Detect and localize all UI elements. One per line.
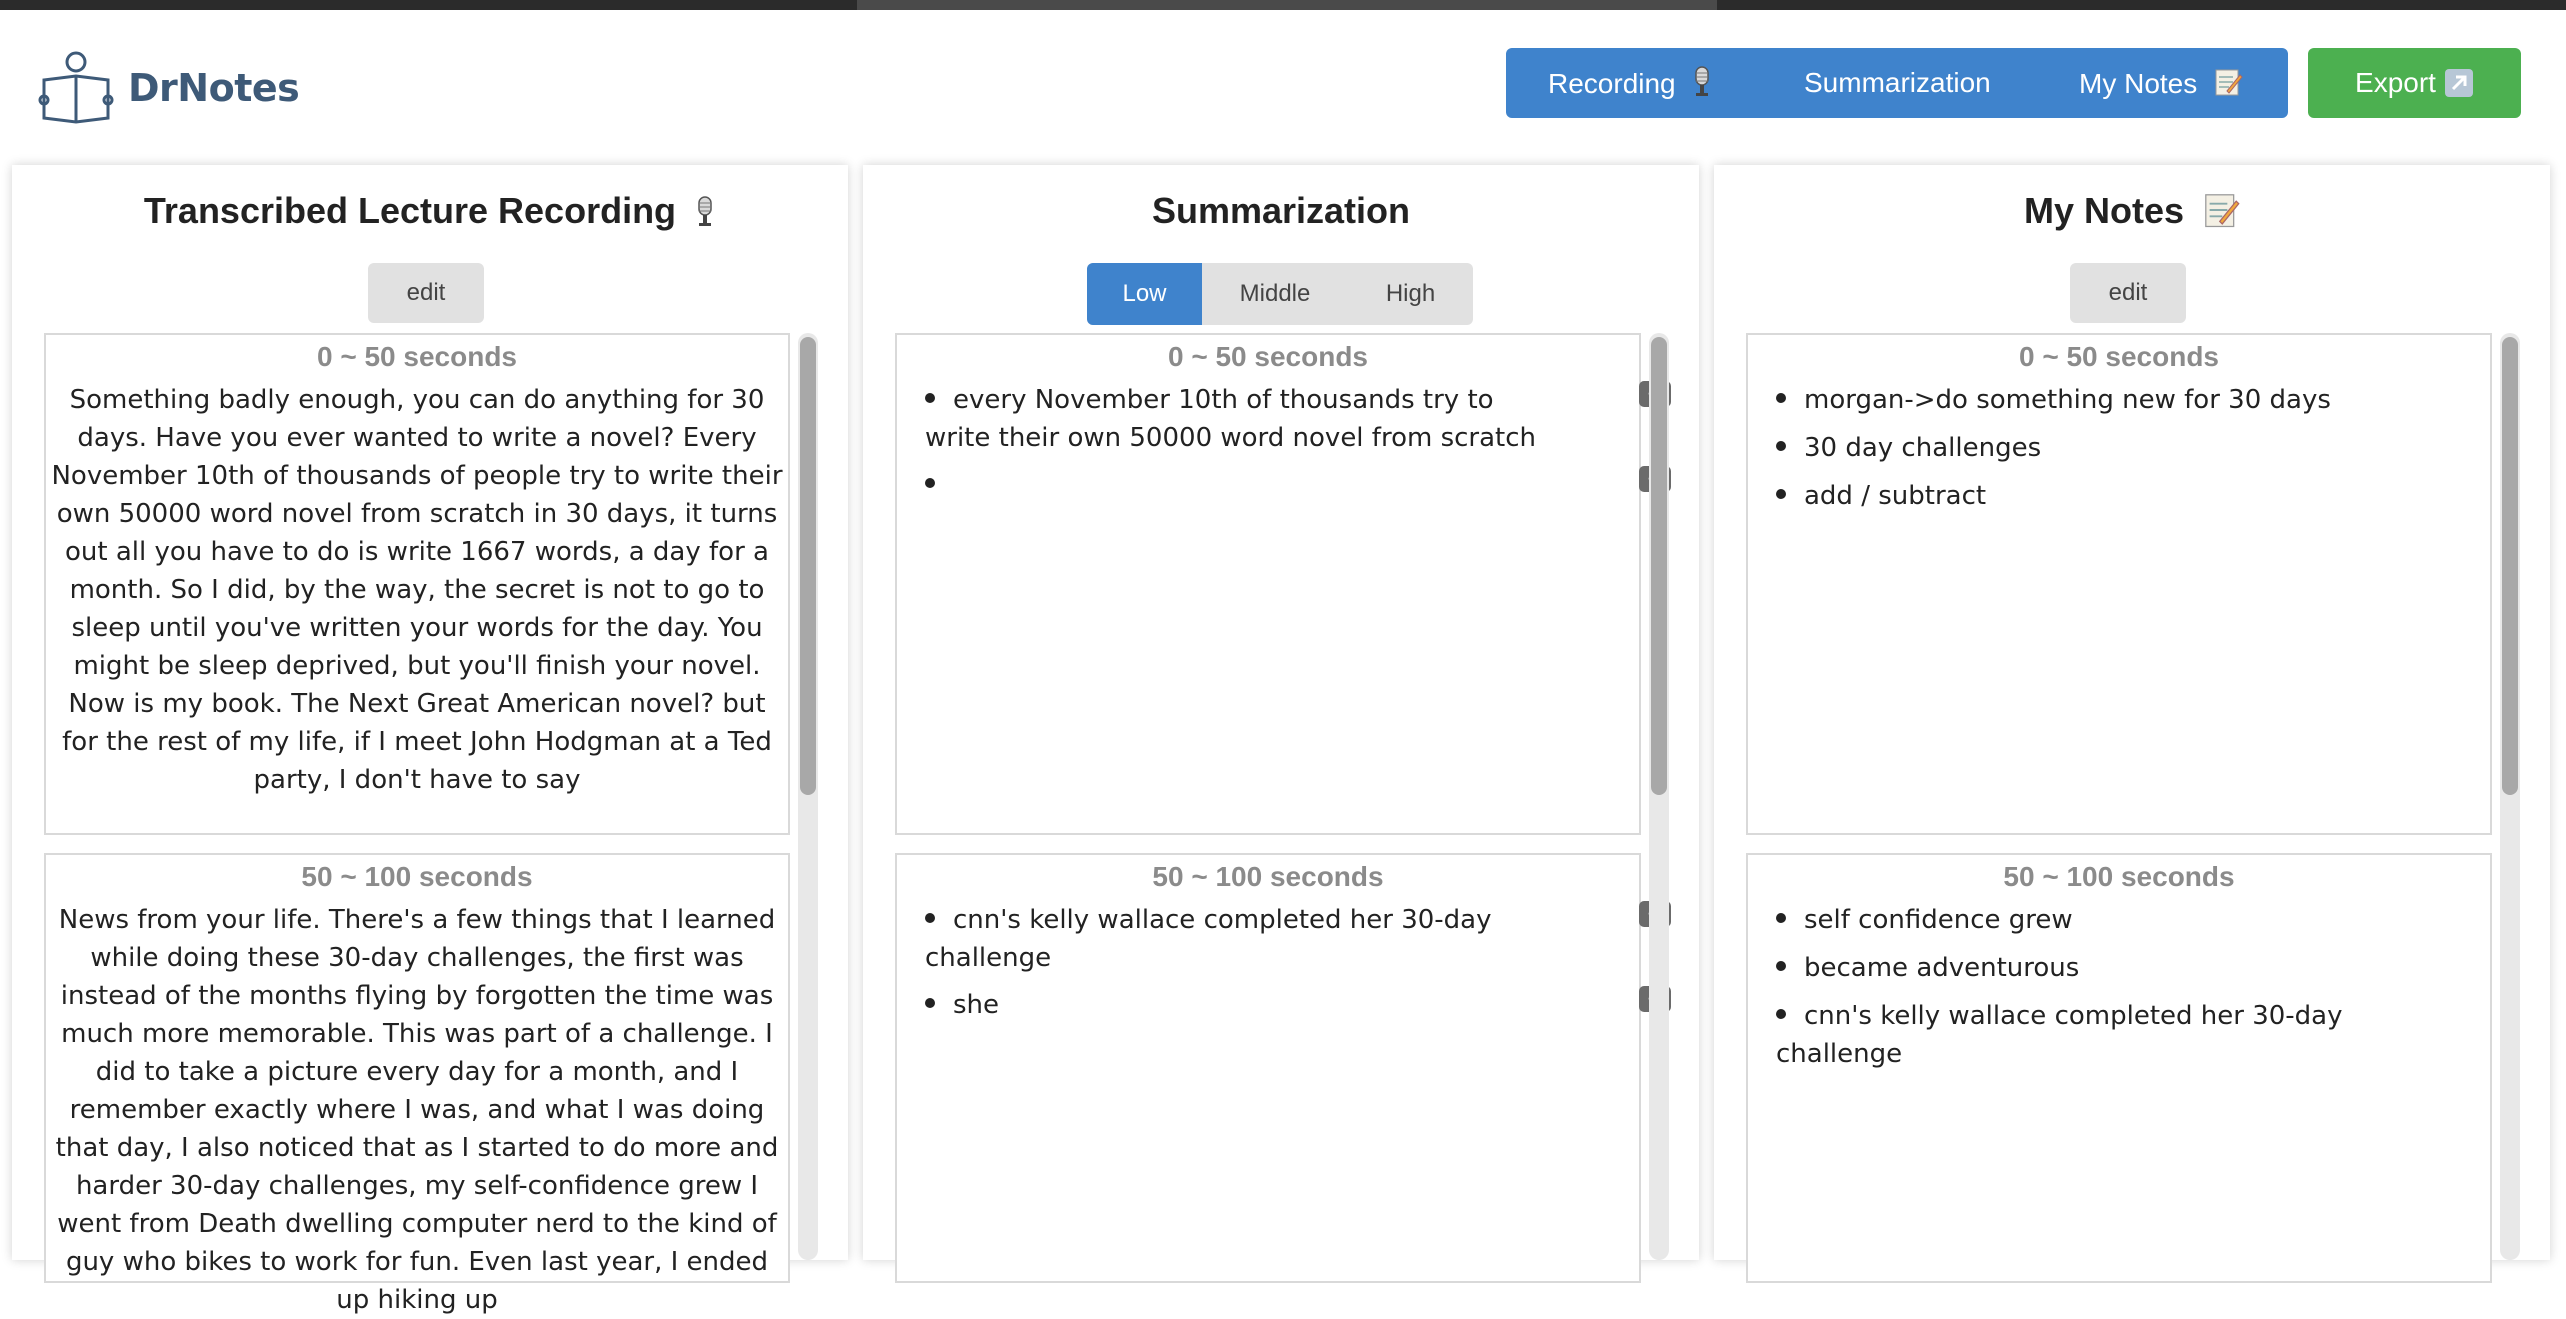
summary-list: cnn's kelly wallace completed her 30-day… bbox=[897, 893, 1671, 1024]
summary-panel-title: Summarization bbox=[1151, 190, 1411, 231]
reader-book-logo-icon bbox=[38, 51, 114, 124]
bullet-dot bbox=[1776, 912, 1786, 923]
note-item-text: cnn's kelly wallace completed her 30-day… bbox=[1776, 1001, 2343, 1069]
note-item: cnn's kelly wallace completed her 30-day… bbox=[1776, 997, 2470, 1073]
microphone-icon bbox=[698, 196, 712, 226]
notes-edit-button[interactable]: edit bbox=[2070, 263, 2186, 323]
chunk-time-label: 0 ~ 50 seconds bbox=[316, 341, 517, 372]
summary-level-selector: Low Middle High bbox=[1087, 263, 1473, 325]
bullet-dot bbox=[925, 392, 935, 403]
scrollbar-track[interactable] bbox=[1649, 333, 1669, 1260]
note-item: self confidence grew bbox=[1776, 901, 2470, 939]
summary-list: every November 10th of thousands try to … bbox=[897, 373, 1671, 504]
app-name: DrNotes bbox=[128, 66, 300, 110]
summary-item: cnn's kelly wallace completed her 30-day… bbox=[925, 901, 1671, 977]
nav-recording-label: Recording bbox=[1548, 68, 1676, 99]
nav-summarization[interactable]: Summarization bbox=[1804, 67, 1991, 99]
transcript-text: Something badly enough, you can do anyth… bbox=[51, 385, 783, 795]
notes-chunk: 0 ~ 50 seconds morgan->do something new … bbox=[1746, 333, 2492, 835]
transcript-title-text: Transcribed Lecture Recording bbox=[143, 190, 677, 231]
note-item-text: morgan->do something new for 30 days bbox=[1804, 385, 2331, 415]
app-header: DrNotes Recording Summarization My Notes bbox=[0, 10, 2566, 160]
transcript-chunk: 0 ~ 50 seconds Something badly enough, y… bbox=[44, 333, 790, 835]
note-item: 30 day challenges bbox=[1776, 429, 2470, 467]
note-item-text: 30 day challenges bbox=[1804, 433, 2042, 463]
bullet-dot bbox=[925, 912, 935, 923]
bullet-dot bbox=[925, 477, 935, 488]
bullet-dot bbox=[1776, 392, 1786, 403]
notes-title-text: My Notes bbox=[2023, 190, 2184, 231]
transcript-panel: Transcribed Lecture Recording edit 0 ~ 5… bbox=[12, 165, 848, 1315]
scrollbar-thumb[interactable] bbox=[800, 337, 816, 795]
scrollbar-track[interactable] bbox=[798, 333, 818, 1260]
scrollbar-thumb[interactable] bbox=[2502, 337, 2518, 795]
main-nav: Recording Summarization My Notes bbox=[1506, 48, 2288, 118]
summary-scroll-area[interactable]: 0 ~ 50 seconds every November 10th of th… bbox=[895, 333, 1671, 1283]
notes-chunk: 50 ~ 100 seconds self confidence grew be… bbox=[1746, 853, 2492, 1283]
bullet-dot bbox=[1776, 440, 1786, 451]
level-middle-button[interactable]: Middle bbox=[1202, 263, 1348, 325]
summary-chunk: 50 ~ 100 seconds cnn's kelly wallace com… bbox=[895, 853, 1671, 1283]
summary-item: + bbox=[925, 466, 1671, 504]
export-arrow-icon bbox=[2444, 69, 2473, 97]
bullet-dot bbox=[1776, 488, 1786, 499]
note-item-text: add / subtract bbox=[1804, 481, 1987, 511]
nav-summarization-label: Summarization bbox=[1804, 67, 1991, 98]
summary-item-text: every November 10th of thousands try to … bbox=[925, 385, 1536, 453]
note-item-text: became adventurous bbox=[1804, 953, 2080, 983]
export-button[interactable]: Export bbox=[2308, 48, 2521, 118]
note-item: morgan->do something new for 30 days bbox=[1776, 381, 2470, 419]
bullet-dot bbox=[1776, 960, 1786, 971]
nav-my-notes-label: My Notes bbox=[2079, 67, 2198, 99]
window-top-strip bbox=[0, 0, 2566, 10]
chunk-time-label: 0 ~ 50 seconds bbox=[2018, 341, 2219, 372]
note-item: add / subtract bbox=[1776, 477, 2470, 515]
nav-recording[interactable]: Recording bbox=[1548, 66, 1713, 100]
notes-scroll-area[interactable]: 0 ~ 50 seconds morgan->do something new … bbox=[1746, 333, 2520, 1283]
window-tab-strip bbox=[857, 0, 1717, 10]
transcript-panel-title: Transcribed Lecture Recording bbox=[12, 190, 848, 232]
notes-panel: My Notes edit 0 ~ 50 seconds morgan->do … bbox=[1714, 165, 2550, 1283]
bullet-dot bbox=[925, 997, 935, 1008]
note-item: became adventurous bbox=[1776, 949, 2470, 987]
notes-panel-title: My Notes bbox=[1714, 190, 2550, 232]
scrollbar-track[interactable] bbox=[2500, 333, 2520, 1260]
memo-icon bbox=[2215, 69, 2243, 95]
summary-item-text: cnn's kelly wallace completed her 30-day… bbox=[925, 905, 1492, 973]
export-label: Export bbox=[2355, 67, 2436, 98]
summary-panel: Summarization Low Middle High 0 ~ 50 sec… bbox=[863, 165, 1699, 1283]
chunk-time-label: 0 ~ 50 seconds bbox=[1167, 341, 1368, 372]
summary-item-text: she bbox=[953, 990, 1000, 1020]
transcript-scroll-area[interactable]: 0 ~ 50 seconds Something badly enough, y… bbox=[44, 333, 818, 1315]
memo-icon bbox=[2205, 194, 2240, 228]
level-low-button[interactable]: Low bbox=[1087, 263, 1202, 325]
summary-item: she+ bbox=[925, 986, 1671, 1024]
transcript-edit-button[interactable]: edit bbox=[368, 263, 484, 323]
chunk-time-label: 50 ~ 100 seconds bbox=[301, 861, 533, 892]
notes-list: morgan->do something new for 30 days 30 … bbox=[1748, 373, 2490, 515]
level-high-button[interactable]: High bbox=[1348, 263, 1473, 325]
summary-item: every November 10th of thousands try to … bbox=[925, 381, 1671, 457]
scrollbar-thumb[interactable] bbox=[1651, 337, 1667, 795]
transcript-text: News from your life. There's a few thing… bbox=[55, 905, 779, 1315]
bullet-dot bbox=[1776, 1008, 1786, 1019]
microphone-icon bbox=[1695, 66, 1710, 96]
app-logo[interactable]: DrNotes bbox=[36, 48, 300, 128]
transcript-chunk: 50 ~ 100 seconds News from your life. Th… bbox=[44, 853, 790, 1315]
chunk-time-label: 50 ~ 100 seconds bbox=[2003, 861, 2235, 892]
summary-chunk: 0 ~ 50 seconds every November 10th of th… bbox=[895, 333, 1671, 835]
chunk-time-label: 50 ~ 100 seconds bbox=[1152, 861, 1384, 892]
notes-list: self confidence grew became adventurous … bbox=[1748, 893, 2490, 1073]
nav-my-notes[interactable]: My Notes bbox=[2079, 67, 2243, 100]
note-item-text: self confidence grew bbox=[1804, 905, 2073, 935]
